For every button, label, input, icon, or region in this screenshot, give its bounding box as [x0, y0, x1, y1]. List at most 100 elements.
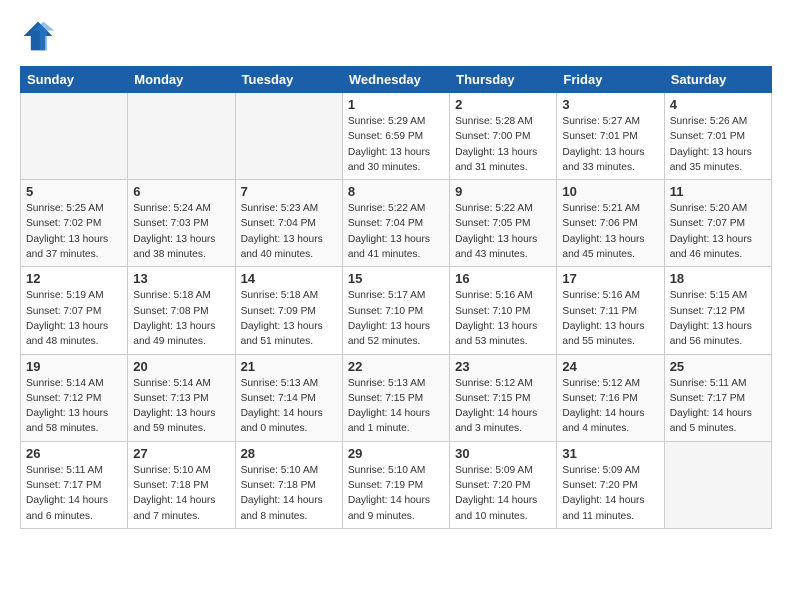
day-info: Sunrise: 5:14 AM Sunset: 7:13 PM Dayligh…	[133, 376, 229, 437]
calendar-cell: 19 Sunrise: 5:14 AM Sunset: 7:12 PM Dayli…	[21, 354, 128, 441]
day-number: 7	[241, 184, 337, 199]
day-number: 20	[133, 359, 229, 374]
calendar-cell: 20 Sunrise: 5:14 AM Sunset: 7:13 PM Dayli…	[128, 354, 235, 441]
day-number: 30	[455, 446, 551, 461]
calendar-cell: 25 Sunrise: 5:11 AM Sunset: 7:17 PM Dayli…	[664, 354, 771, 441]
calendar-cell	[664, 441, 771, 528]
day-info: Sunrise: 5:26 AM Sunset: 7:01 PM Dayligh…	[670, 114, 766, 175]
day-number: 22	[348, 359, 444, 374]
calendar-cell: 5Sunrise: 5:25 AM Sunset: 7:02 PM Daylig…	[21, 180, 128, 267]
logo-icon	[20, 18, 56, 54]
calendar-cell: 21 Sunrise: 5:13 AM Sunset: 7:14 PM Dayli…	[235, 354, 342, 441]
day-info: Sunrise: 5:10 AM Sunset: 7:19 PM Dayligh…	[348, 463, 444, 524]
day-info: Sunrise: 5:21 AM Sunset: 7:06 PM Dayligh…	[562, 201, 658, 262]
day-number: 26	[26, 446, 122, 461]
calendar-cell: 27 Sunrise: 5:10 AM Sunset: 7:18 PM Dayli…	[128, 441, 235, 528]
calendar-cell: 31 Sunrise: 5:09 AM Sunset: 7:20 PM Dayli…	[557, 441, 664, 528]
day-info: Sunrise: 5:18 AM Sunset: 7:09 PM Dayligh…	[241, 288, 337, 349]
day-info: Sunrise: 5:12 AM Sunset: 7:16 PM Dayligh…	[562, 376, 658, 437]
calendar-cell	[128, 93, 235, 180]
day-number: 13	[133, 271, 229, 286]
day-number: 17	[562, 271, 658, 286]
day-info: Sunrise: 5:16 AM Sunset: 7:11 PM Dayligh…	[562, 288, 658, 349]
day-info: Sunrise: 5:13 AM Sunset: 7:15 PM Dayligh…	[348, 376, 444, 437]
calendar-cell: 16 Sunrise: 5:16 AM Sunset: 7:10 PM Dayli…	[450, 267, 557, 354]
day-info: Sunrise: 5:28 AM Sunset: 7:00 PM Dayligh…	[455, 114, 551, 175]
calendar-cell: 12 Sunrise: 5:19 AM Sunset: 7:07 PM Dayli…	[21, 267, 128, 354]
day-number: 19	[26, 359, 122, 374]
day-number: 24	[562, 359, 658, 374]
day-info: Sunrise: 5:09 AM Sunset: 7:20 PM Dayligh…	[562, 463, 658, 524]
calendar-table: SundayMondayTuesdayWednesdayThursdayFrid…	[20, 66, 772, 529]
day-info: Sunrise: 5:14 AM Sunset: 7:12 PM Dayligh…	[26, 376, 122, 437]
day-info: Sunrise: 5:10 AM Sunset: 7:18 PM Dayligh…	[241, 463, 337, 524]
logo-name	[20, 20, 58, 56]
day-number: 3	[562, 97, 658, 112]
day-info: Sunrise: 5:22 AM Sunset: 7:04 PM Dayligh…	[348, 201, 444, 262]
weekday-header-friday: Friday	[557, 67, 664, 93]
day-number: 21	[241, 359, 337, 374]
calendar-cell: 18 Sunrise: 5:15 AM Sunset: 7:12 PM Dayli…	[664, 267, 771, 354]
weekday-header-row: SundayMondayTuesdayWednesdayThursdayFrid…	[21, 67, 772, 93]
day-info: Sunrise: 5:10 AM Sunset: 7:18 PM Dayligh…	[133, 463, 229, 524]
day-number: 11	[670, 184, 766, 199]
day-info: Sunrise: 5:19 AM Sunset: 7:07 PM Dayligh…	[26, 288, 122, 349]
calendar-cell: 17 Sunrise: 5:16 AM Sunset: 7:11 PM Dayli…	[557, 267, 664, 354]
calendar-cell	[21, 93, 128, 180]
day-number: 14	[241, 271, 337, 286]
day-number: 4	[670, 97, 766, 112]
calendar-cell	[235, 93, 342, 180]
calendar-cell: 7 Sunrise: 5:23 AM Sunset: 7:04 PM Daylig…	[235, 180, 342, 267]
day-info: Sunrise: 5:23 AM Sunset: 7:04 PM Dayligh…	[241, 201, 337, 262]
calendar-week-2: 5Sunrise: 5:25 AM Sunset: 7:02 PM Daylig…	[21, 180, 772, 267]
day-info: Sunrise: 5:15 AM Sunset: 7:12 PM Dayligh…	[670, 288, 766, 349]
calendar-week-4: 19 Sunrise: 5:14 AM Sunset: 7:12 PM Dayli…	[21, 354, 772, 441]
calendar-cell: 8 Sunrise: 5:22 AM Sunset: 7:04 PM Daylig…	[342, 180, 449, 267]
day-info: Sunrise: 5:13 AM Sunset: 7:14 PM Dayligh…	[241, 376, 337, 437]
calendar-cell: 9 Sunrise: 5:22 AM Sunset: 7:05 PM Daylig…	[450, 180, 557, 267]
calendar-cell: 11 Sunrise: 5:20 AM Sunset: 7:07 PM Dayli…	[664, 180, 771, 267]
weekday-header-monday: Monday	[128, 67, 235, 93]
calendar-cell: 22 Sunrise: 5:13 AM Sunset: 7:15 PM Dayli…	[342, 354, 449, 441]
day-info: Sunrise: 5:20 AM Sunset: 7:07 PM Dayligh…	[670, 201, 766, 262]
day-info: Sunrise: 5:16 AM Sunset: 7:10 PM Dayligh…	[455, 288, 551, 349]
calendar-cell: 15Sunrise: 5:17 AM Sunset: 7:10 PM Dayli…	[342, 267, 449, 354]
calendar-cell: 14 Sunrise: 5:18 AM Sunset: 7:09 PM Dayli…	[235, 267, 342, 354]
day-info: Sunrise: 5:29 AM Sunset: 6:59 PM Dayligh…	[348, 114, 444, 175]
calendar-cell: 28 Sunrise: 5:10 AM Sunset: 7:18 PM Dayli…	[235, 441, 342, 528]
calendar-cell: 4 Sunrise: 5:26 AM Sunset: 7:01 PM Daylig…	[664, 93, 771, 180]
calendar-cell: 2 Sunrise: 5:28 AM Sunset: 7:00 PM Daylig…	[450, 93, 557, 180]
calendar-week-5: 26 Sunrise: 5:11 AM Sunset: 7:17 PM Dayli…	[21, 441, 772, 528]
day-number: 31	[562, 446, 658, 461]
day-number: 25	[670, 359, 766, 374]
day-number: 2	[455, 97, 551, 112]
calendar-cell: 26 Sunrise: 5:11 AM Sunset: 7:17 PM Dayli…	[21, 441, 128, 528]
day-number: 16	[455, 271, 551, 286]
day-number: 29	[348, 446, 444, 461]
calendar-cell: 1 Sunrise: 5:29 AM Sunset: 6:59 PM Daylig…	[342, 93, 449, 180]
day-info: Sunrise: 5:27 AM Sunset: 7:01 PM Dayligh…	[562, 114, 658, 175]
day-number: 1	[348, 97, 444, 112]
day-number: 8	[348, 184, 444, 199]
day-number: 27	[133, 446, 229, 461]
page-header	[20, 20, 772, 56]
day-info: Sunrise: 5:09 AM Sunset: 7:20 PM Dayligh…	[455, 463, 551, 524]
logo	[20, 20, 58, 56]
calendar-cell: 29 Sunrise: 5:10 AM Sunset: 7:19 PM Dayli…	[342, 441, 449, 528]
day-info: Sunrise: 5:17 AM Sunset: 7:10 PM Dayligh…	[348, 288, 444, 349]
day-info: Sunrise: 5:24 AM Sunset: 7:03 PM Dayligh…	[133, 201, 229, 262]
calendar-cell: 10 Sunrise: 5:21 AM Sunset: 7:06 PM Dayli…	[557, 180, 664, 267]
day-info: Sunrise: 5:11 AM Sunset: 7:17 PM Dayligh…	[670, 376, 766, 437]
day-info: Sunrise: 5:22 AM Sunset: 7:05 PM Dayligh…	[455, 201, 551, 262]
weekday-header-saturday: Saturday	[664, 67, 771, 93]
day-info: Sunrise: 5:11 AM Sunset: 7:17 PM Dayligh…	[26, 463, 122, 524]
day-number: 12	[26, 271, 122, 286]
calendar-cell: 30 Sunrise: 5:09 AM Sunset: 7:20 PM Dayli…	[450, 441, 557, 528]
calendar-cell: 23Sunrise: 5:12 AM Sunset: 7:15 PM Dayli…	[450, 354, 557, 441]
day-number: 10	[562, 184, 658, 199]
weekday-header-thursday: Thursday	[450, 67, 557, 93]
day-number: 28	[241, 446, 337, 461]
day-number: 18	[670, 271, 766, 286]
day-number: 9	[455, 184, 551, 199]
day-info: Sunrise: 5:12 AM Sunset: 7:15 PM Dayligh…	[455, 376, 551, 437]
